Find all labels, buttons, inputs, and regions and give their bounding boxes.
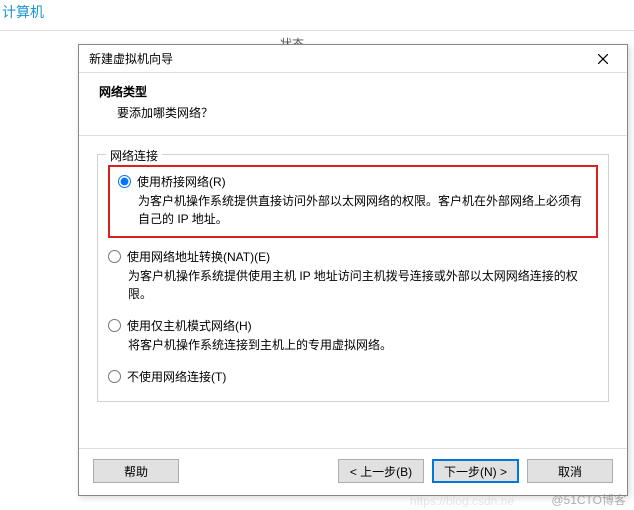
header-subtitle: 要添加哪类网络？ bbox=[99, 104, 607, 121]
dialog-footer: 帮助 < 上一步(B) 下一步(N) > 取消 bbox=[79, 448, 627, 495]
radio-nat[interactable]: 使用网络地址转换(NAT)(E) bbox=[108, 248, 598, 265]
radio-none[interactable]: 不使用网络连接(T) bbox=[108, 368, 598, 385]
network-fieldset: 网络连接 使用桥接网络(R) 为客户机操作系统提供直接访问外部以太网网络的权限。… bbox=[97, 154, 609, 402]
radio-bridged-label: 使用桥接网络(R) bbox=[137, 173, 226, 190]
radio-nat-label: 使用网络地址转换(NAT)(E) bbox=[127, 248, 270, 265]
watermark-url: https://blog.csdn.ne bbox=[410, 494, 514, 508]
cancel-button[interactable]: 取消 bbox=[527, 459, 613, 483]
radio-hostonly-input[interactable] bbox=[108, 319, 121, 332]
close-icon bbox=[598, 54, 608, 64]
back-button[interactable]: < 上一步(B) bbox=[338, 459, 424, 483]
radio-none-label: 不使用网络连接(T) bbox=[127, 368, 226, 385]
radio-hostonly-desc: 将客户机操作系统连接到主机上的专用虚拟网络。 bbox=[108, 336, 598, 354]
radio-bridged-desc: 为客户机操作系统提供直接访问外部以太网网络的权限。客户机在外部网络上必须有自己的… bbox=[118, 192, 588, 228]
radio-nat-desc: 为客户机操作系统提供使用主机 IP 地址访问主机拨号连接或外部以太网网络连接的权… bbox=[108, 267, 598, 303]
radio-hostonly-label: 使用仅主机模式网络(H) bbox=[127, 317, 252, 334]
header-title: 网络类型 bbox=[99, 83, 607, 100]
next-button[interactable]: 下一步(N) > bbox=[432, 459, 519, 483]
help-button[interactable]: 帮助 bbox=[93, 459, 179, 483]
dialog-content: 网络连接 使用桥接网络(R) 为客户机操作系统提供直接访问外部以太网网络的权限。… bbox=[79, 136, 627, 448]
highlighted-option: 使用桥接网络(R) 为客户机操作系统提供直接访问外部以太网网络的权限。客户机在外… bbox=[108, 165, 598, 238]
wizard-dialog: 新建虚拟机向导 网络类型 要添加哪类网络？ 网络连接 使用桥接网络(R) 为客户… bbox=[78, 44, 628, 496]
radio-nat-input[interactable] bbox=[108, 250, 121, 263]
radio-bridged[interactable]: 使用桥接网络(R) bbox=[118, 173, 588, 190]
radio-hostonly[interactable]: 使用仅主机模式网络(H) bbox=[108, 317, 598, 334]
dialog-title: 新建虚拟机向导 bbox=[89, 50, 173, 67]
titlebar: 新建虚拟机向导 bbox=[79, 45, 627, 73]
close-button[interactable] bbox=[585, 47, 621, 71]
background-divider bbox=[0, 30, 634, 31]
radio-bridged-input[interactable] bbox=[118, 175, 131, 188]
dialog-header: 网络类型 要添加哪类网络？ bbox=[79, 73, 627, 136]
background-link[interactable]: 计算机 bbox=[0, 2, 44, 22]
radio-none-input[interactable] bbox=[108, 370, 121, 383]
fieldset-legend: 网络连接 bbox=[106, 147, 162, 164]
